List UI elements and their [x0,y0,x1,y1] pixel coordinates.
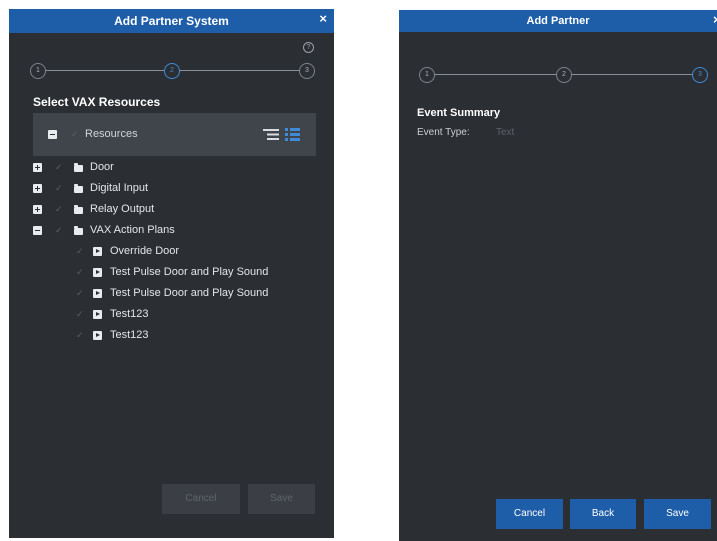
step-3: 3 [299,63,315,79]
plan-label: Test Pulse Door and Play Sound [110,266,269,278]
checkbox-icon[interactable]: ✓ [76,246,84,257]
play-icon [93,268,102,277]
checkbox-icon[interactable]: ✓ [71,129,79,140]
tree-item-label: VAX Action Plans [90,224,175,236]
tree-item-label: Relay Output [90,203,155,215]
event-type-value: Text [496,127,515,138]
expand-icon[interactable] [33,205,42,214]
checkbox-icon[interactable]: ✓ [76,267,84,278]
expand-icon[interactable] [33,163,42,172]
plan-label: Override Door [110,245,180,257]
checkbox-icon[interactable]: ✓ [55,204,63,215]
collapse-all-icon[interactable] [48,130,57,139]
plan-label: Test Pulse Door and Play Sound [110,287,269,299]
step-1: 1 [30,63,46,79]
section-title: Select VAX Resources [33,95,161,109]
save-button[interactable]: Save [248,484,315,514]
expand-icon[interactable] [33,184,42,193]
checkbox-icon[interactable]: ✓ [55,162,63,173]
close-icon[interactable]: × [713,10,717,30]
step-3: 3 [692,67,708,83]
event-type-label: Event Type: [417,127,470,138]
checkbox-icon[interactable]: ✓ [76,309,84,320]
back-button[interactable]: Back [570,499,636,529]
checkbox-icon[interactable]: ✓ [76,330,84,341]
resources-label: Resources [85,128,138,140]
collapse-list-icon[interactable] [263,129,279,140]
checkbox-icon[interactable]: ✓ [76,288,84,299]
save-button[interactable]: Save [644,499,711,529]
play-icon [93,310,102,319]
section-title: Event Summary [417,107,501,119]
dialog-title: Add Partner System [9,9,334,33]
dialog-title: Add Partner [399,10,717,32]
step-1: 1 [419,67,435,83]
checkbox-icon[interactable]: ✓ [55,183,63,194]
cancel-button[interactable]: Cancel [162,484,240,514]
cancel-button[interactable]: Cancel [496,499,563,529]
play-icon [93,247,102,256]
folder-icon [74,226,83,235]
tree-item-label: Door [90,161,114,173]
checkbox-icon[interactable]: ✓ [55,225,63,236]
folder-icon [74,163,83,172]
collapse-icon[interactable] [33,226,42,235]
play-icon [93,289,102,298]
add-partner-dialog: Add Partner × 1 2 3 Event Summary Event … [399,10,717,541]
step-2: 2 [164,63,180,79]
folder-icon [74,184,83,193]
resources-header: ✓ Resources [33,113,316,156]
help-icon[interactable]: ? [303,42,314,53]
expand-list-icon[interactable] [285,128,300,141]
plan-label: Test123 [110,308,149,320]
folder-icon [74,205,83,214]
plan-label: Test123 [110,329,149,341]
close-icon[interactable]: × [319,9,327,29]
step-2: 2 [556,67,572,83]
tree-item-label: Digital Input [90,182,149,194]
play-icon [93,331,102,340]
add-partner-system-dialog: Add Partner System × ? 1 2 3 Select VAX … [9,9,334,538]
